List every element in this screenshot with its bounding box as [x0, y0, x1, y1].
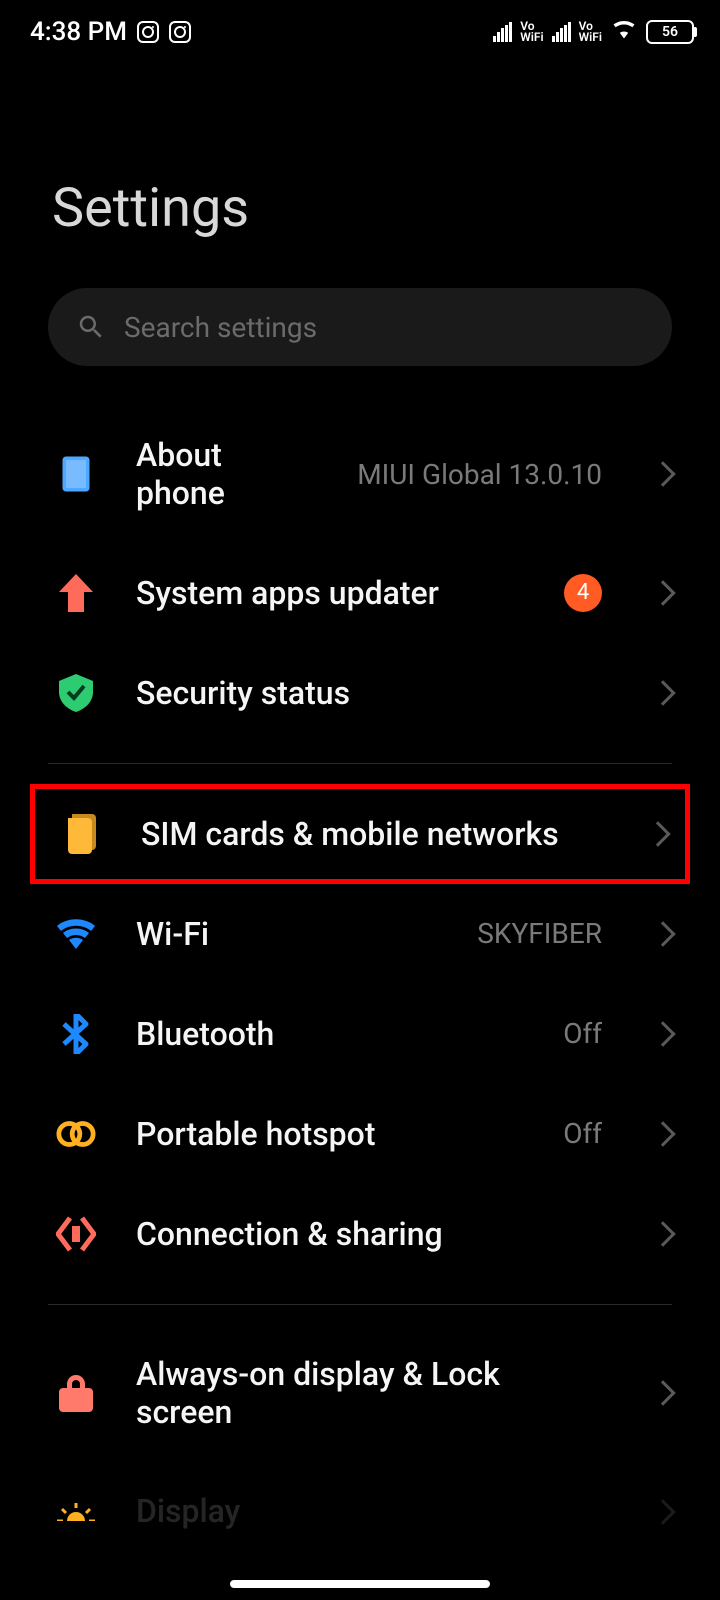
page-title: Settings: [0, 57, 720, 240]
bluetooth-value: Off: [563, 1017, 602, 1050]
wifi-value: SKYFIBER: [477, 917, 602, 950]
security-status-row[interactable]: Security status: [0, 643, 720, 743]
bluetooth-row[interactable]: Bluetooth Off: [0, 984, 720, 1084]
status-bar: 4:38 PM VoWiFi VoWiFi 56: [0, 0, 720, 57]
search-placeholder: Search settings: [124, 311, 317, 344]
system-apps-updater-row[interactable]: System apps updater 4: [0, 543, 720, 643]
vowifi-icon: VoWiFi: [579, 21, 602, 43]
chevron-right-icon: [650, 1221, 675, 1246]
vowifi-icon: VoWiFi: [520, 21, 543, 43]
display-row[interactable]: Display: [0, 1462, 720, 1532]
hotspot-value: Off: [563, 1117, 602, 1150]
display-label: Display: [136, 1492, 602, 1530]
bluetooth-label: Bluetooth: [136, 1015, 523, 1053]
wifi-row[interactable]: Wi-Fi SKYFIBER: [0, 884, 720, 984]
about-phone-label: About phone: [136, 436, 317, 513]
brightness-icon: [56, 1492, 96, 1532]
connection-label: Connection & sharing: [136, 1215, 602, 1253]
chevron-right-icon: [650, 1121, 675, 1146]
chevron-right-icon: [645, 821, 670, 846]
wifi-icon: [56, 914, 96, 954]
chevron-right-icon: [650, 921, 675, 946]
updater-label: System apps updater: [136, 574, 524, 612]
signal-icon: [493, 22, 512, 42]
about-phone-value: MIUI Global 13.0.10: [357, 458, 602, 491]
hotspot-icon: [56, 1114, 96, 1154]
status-time: 4:38 PM: [30, 17, 127, 47]
signal-icon: [552, 22, 571, 42]
chevron-right-icon: [650, 1499, 675, 1524]
wifi-label: Wi-Fi: [136, 915, 437, 953]
update-badge: 4: [564, 574, 602, 612]
sim-cards-row[interactable]: SIM cards & mobile networks: [30, 784, 690, 884]
chevron-right-icon: [650, 680, 675, 705]
aod-label: Always-on display & Lock screen: [136, 1355, 602, 1432]
aod-lockscreen-row[interactable]: Always-on display & Lock screen: [0, 1325, 720, 1462]
connection-sharing-icon: [56, 1214, 96, 1254]
shield-check-icon: [56, 673, 96, 713]
chevron-right-icon: [650, 1380, 675, 1405]
chevron-right-icon: [650, 462, 675, 487]
section-divider: [48, 1304, 672, 1305]
sim-label: SIM cards & mobile networks: [141, 815, 597, 853]
wifi-icon: [610, 14, 638, 49]
hotspot-row[interactable]: Portable hotspot Off: [0, 1084, 720, 1184]
search-input[interactable]: Search settings: [48, 288, 672, 366]
instagram-notification-icon: [169, 21, 191, 43]
about-phone-row[interactable]: About phone MIUI Global 13.0.10: [0, 406, 720, 543]
bluetooth-icon: [56, 1014, 96, 1054]
update-arrow-icon: [56, 573, 96, 613]
chevron-right-icon: [650, 1021, 675, 1046]
phone-icon: [56, 454, 96, 494]
sim-card-icon: [61, 814, 101, 854]
section-divider: [48, 763, 672, 764]
battery-icon: 56: [646, 20, 694, 44]
hotspot-label: Portable hotspot: [136, 1115, 523, 1153]
connection-sharing-row[interactable]: Connection & sharing: [0, 1184, 720, 1284]
instagram-notification-icon: [137, 21, 159, 43]
chevron-right-icon: [650, 580, 675, 605]
home-indicator[interactable]: [230, 1580, 490, 1588]
security-label: Security status: [136, 674, 602, 712]
lock-icon: [56, 1373, 96, 1413]
search-icon: [76, 312, 106, 342]
